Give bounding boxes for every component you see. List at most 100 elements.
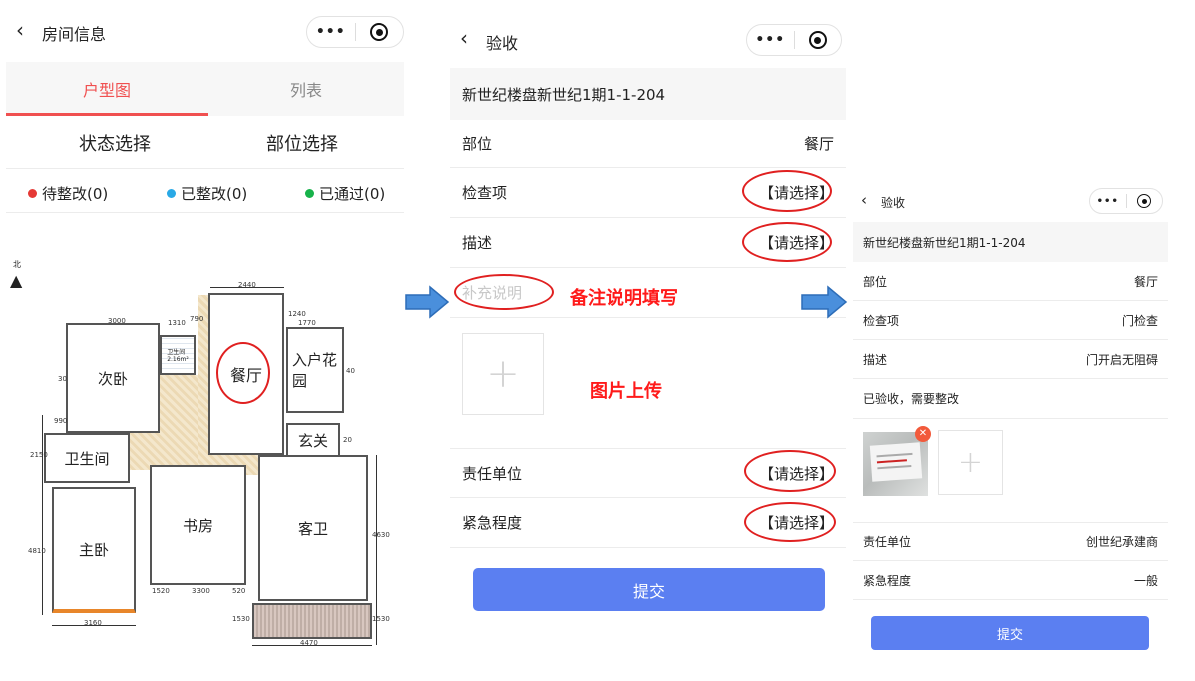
dim-label: 20 <box>343 436 352 444</box>
nav-bar: ‹ 验收 ••• <box>450 20 850 60</box>
highlight-ellipse <box>742 170 832 212</box>
back-chevron-icon[interactable]: ‹ <box>460 26 468 50</box>
legend-pending[interactable]: 待整改(0) <box>28 183 108 204</box>
remark-value: 已验收，需要整改 <box>863 392 960 406</box>
photo-content <box>869 442 923 482</box>
nav-bar: ‹ 验收 ••• <box>853 186 1168 216</box>
address-text: 新世纪楼盘新世纪1期1-1-204 <box>462 85 666 104</box>
room-bathroom[interactable]: 卫生间 <box>44 433 130 483</box>
room-entrance-garden[interactable]: 入户花 园 <box>286 327 344 413</box>
status-dot <box>305 189 314 198</box>
dim-label: 4470 <box>300 639 318 647</box>
field-label: 检查项 <box>863 313 900 328</box>
arrow-right-icon <box>405 285 450 319</box>
dim-label: 2440 <box>238 281 256 289</box>
divider <box>6 168 404 169</box>
page-title: 验收 <box>881 196 906 210</box>
field-value: 门开启无阻碍 <box>1085 352 1158 367</box>
submit-button[interactable]: 提交 <box>871 616 1149 650</box>
field-urgency[interactable]: 紧急程度 一般 <box>853 561 1168 600</box>
dim-label: 4630 <box>372 531 390 539</box>
filter-status[interactable]: 状态选择 <box>6 120 224 166</box>
field-label: 部位 <box>462 135 493 153</box>
tab-bar: 户型图 列表 <box>6 62 404 116</box>
dim-label: 1310 <box>168 319 186 327</box>
annotation-remark: 备注说明填写 <box>570 288 678 309</box>
filter-part-label: 部位选择 <box>266 134 338 155</box>
more-dots-icon[interactable]: ••• <box>747 32 794 48</box>
image-upload-button[interactable]: + <box>462 333 544 415</box>
field-responsible-unit[interactable]: 责任单位 创世纪承建商 <box>853 522 1168 561</box>
north-label: 北 <box>13 260 21 269</box>
room-secondary-bedroom[interactable]: 次卧 <box>66 323 160 433</box>
filter-part[interactable]: 部位选择 <box>200 120 404 166</box>
highlight-ellipse <box>744 502 836 542</box>
room-guest-toilet[interactable]: 客卫 <box>258 455 368 601</box>
dim-label: 520 <box>232 587 246 595</box>
highlight-ellipse <box>744 450 836 492</box>
submit-button[interactable]: 提交 <box>473 568 825 611</box>
dim-label: 990 <box>54 417 68 425</box>
back-chevron-icon[interactable]: ‹ <box>861 191 867 209</box>
dim-label: 1520 <box>152 587 170 595</box>
room-foyer[interactable]: 玄关 <box>286 423 340 457</box>
dim-label: 4810 <box>28 547 46 555</box>
tab-active-underline <box>6 113 208 116</box>
tab-floorplan[interactable]: 户型图 <box>6 62 208 116</box>
field-check-item[interactable]: 检查项 门检查 <box>853 301 1168 340</box>
compass-icon: ▲ <box>10 271 23 290</box>
field-label: 责任单位 <box>462 464 523 483</box>
field-label: 检查项 <box>462 184 508 202</box>
nav-bar: ‹ 房间信息 ••• <box>0 12 410 52</box>
room-master-bedroom[interactable]: 主卧 <box>52 487 136 613</box>
balcony <box>252 603 372 639</box>
room-small-toilet[interactable]: 卫生间 2.16m² <box>160 335 196 375</box>
uploaded-photo[interactable] <box>863 432 928 496</box>
submit-label: 提交 <box>632 581 665 601</box>
dim-label: 1240 <box>288 310 306 318</box>
close-target-icon[interactable] <box>795 31 842 49</box>
divider <box>6 212 404 213</box>
screen-inspection-result: ‹ 验收 ••• 新世纪楼盘新世纪1期1-1-204 部位 餐厅 检查项 门检查… <box>853 180 1168 670</box>
more-dots-icon[interactable]: ••• <box>1090 196 1126 207</box>
highlight-ellipse <box>216 342 270 404</box>
address-bar: 新世纪楼盘新世纪1期1-1-204 <box>853 222 1168 262</box>
field-label: 紧急程度 <box>462 514 523 532</box>
image-upload-button[interactable]: + <box>938 430 1003 495</box>
dim-label: 1770 <box>298 319 316 327</box>
legend-fixed-label: 已整改(0) <box>181 185 248 203</box>
field-value: 创世纪承建商 <box>1085 535 1158 549</box>
dim-label: 790 <box>190 315 204 323</box>
tab-list[interactable]: 列表 <box>208 62 404 116</box>
filter-status-label: 状态选择 <box>79 134 151 155</box>
field-part[interactable]: 部位 餐厅 <box>853 262 1168 301</box>
back-chevron-icon[interactable]: ‹ <box>16 18 24 42</box>
field-label: 描述 <box>462 234 493 252</box>
dim-label: 3000 <box>108 317 126 325</box>
more-dots-icon[interactable]: ••• <box>307 24 355 40</box>
close-target-icon[interactable] <box>1127 194 1163 208</box>
field-description[interactable]: 描述 门开启无阻碍 <box>853 340 1168 379</box>
legend-passed-label: 已通过(0) <box>319 185 386 203</box>
legend-passed[interactable]: 已通过(0) <box>305 183 385 204</box>
dim-label: 1530 <box>232 615 250 623</box>
legend-pending-label: 待整改(0) <box>42 185 109 203</box>
delete-photo-button[interactable]: ✕ <box>915 426 931 442</box>
field-label: 责任单位 <box>863 535 912 549</box>
mini-program-capsule: ••• <box>306 16 404 48</box>
remark-text[interactable]: 已验收，需要整改 <box>853 379 1168 419</box>
floor-plan[interactable]: 北 ▲ 次卧 卫生间 2.16m² 餐厅 入户花 园 玄关 卫生间 书房 客卫 <box>0 215 410 681</box>
room-study[interactable]: 书房 <box>150 465 246 585</box>
screen-inspection-form: ‹ 验收 ••• 新世纪楼盘新世纪1期1-1-204 部位 餐厅 检查项 【请选… <box>450 0 850 681</box>
legend-fixed[interactable]: 已整改(0) <box>167 183 247 204</box>
arrow-right-icon <box>801 285 848 319</box>
dimension-line <box>42 415 43 615</box>
field-label: 描述 <box>863 352 888 367</box>
dim-label: 2150 <box>30 451 48 459</box>
highlight-ellipse <box>742 222 832 262</box>
field-value: 门检查 <box>1121 313 1158 328</box>
close-target-icon[interactable] <box>356 23 404 41</box>
plus-icon: + <box>957 445 984 480</box>
field-part[interactable]: 部位 餐厅 <box>450 120 846 168</box>
status-dot <box>28 189 37 198</box>
